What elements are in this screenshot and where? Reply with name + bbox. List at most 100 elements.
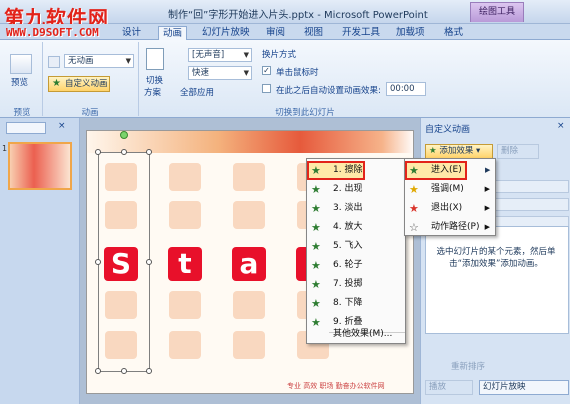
chevron-down-icon: ▼ (243, 51, 249, 59)
menu-item-appear[interactable]: ★ 2. 出现 (307, 180, 405, 199)
chevron-down-icon: ▼ (243, 69, 249, 77)
preview-group-label: 预览 (13, 108, 31, 118)
star-icon: ★ (311, 221, 321, 234)
transition-scheme-icon[interactable] (146, 48, 164, 70)
menu-item-more-effects[interactable]: 其他效果(M)... (307, 325, 405, 344)
separator (138, 42, 139, 116)
tab-addins[interactable]: 加载项 (392, 26, 429, 40)
preview-icon[interactable] (10, 54, 32, 74)
animation-list[interactable] (425, 226, 569, 334)
tile (169, 163, 201, 191)
chevron-right-icon: ▶ (484, 223, 490, 231)
tile (169, 331, 201, 359)
on-click-checkbox[interactable]: ✓ (262, 66, 271, 75)
add-effect-button[interactable]: ★ 添加效果 ▾ (425, 144, 493, 159)
menu-item-entrance[interactable]: ★ 进入(E) (405, 161, 467, 180)
menu-item-throw[interactable]: ★ 7. 投掷 (307, 275, 405, 294)
tab-view[interactable]: 视图 (300, 26, 327, 40)
star-icon: ★ (311, 278, 321, 291)
close-icon[interactable]: × (58, 121, 66, 131)
resize-handle[interactable] (95, 149, 101, 155)
menu-item-zoom[interactable]: ★ 4. 放大 (307, 218, 405, 237)
slides-tab[interactable] (6, 122, 46, 134)
slides-panel: × 1 (0, 118, 80, 404)
separator (42, 42, 43, 116)
window-title: 制作“回”字形开始进入片头.pptx - Microsoft PowerPoin… (168, 10, 428, 21)
menu-item-descend[interactable]: ★ 8. 下降 (307, 294, 405, 313)
slideshow-button[interactable]: 幻灯片放映 (479, 380, 569, 395)
star-icon: ★ (429, 146, 437, 156)
chevron-down-icon: ▼ (125, 57, 131, 65)
letter-tile-t[interactable]: t (168, 247, 202, 281)
rotate-handle[interactable] (120, 131, 128, 139)
star-outline-icon: ☆ (409, 221, 419, 234)
tab-slideshow[interactable]: 幻灯片放映 (198, 26, 254, 40)
star-icon: ★ (311, 259, 321, 272)
resize-handle[interactable] (121, 149, 127, 155)
tile (233, 201, 265, 229)
auto-after-label: 在此之后自动设置动画效果: (276, 86, 381, 96)
chevron-right-icon: ▶ (485, 166, 491, 174)
slide-header-decoration (87, 131, 413, 153)
tile (233, 331, 265, 359)
selection-frame[interactable] (95, 131, 152, 374)
apply-all-button[interactable]: 全部应用 (180, 86, 214, 98)
menu-item-wheel[interactable]: ★ 6. 轮子 (307, 256, 405, 275)
time-input[interactable]: 00:00 (386, 82, 426, 96)
star-icon: ★ (311, 202, 321, 215)
star-icon: ★ (311, 183, 321, 196)
speed-select[interactable]: 快速 ▼ (188, 66, 252, 80)
pane-title: 自定义动画 (425, 125, 471, 135)
resize-handle[interactable] (146, 259, 152, 265)
menu-item-fly-in[interactable]: ★ 5. 飞入 (307, 237, 405, 256)
slide-number: 1 (2, 144, 8, 153)
preview-button[interactable]: 预览 (11, 76, 28, 88)
play-button[interactable]: 播放 (425, 380, 473, 395)
pane-hint-text: 选中幻灯片的某个元素，然后单击“添加效果”添加动画。 (436, 247, 556, 269)
custom-animation-button[interactable]: ★ 自定义动画 (48, 76, 110, 92)
advance-mode-title: 换片方式 (262, 50, 297, 60)
close-icon[interactable]: × (557, 121, 565, 131)
sound-select[interactable]: [无声音] ▼ (188, 48, 252, 62)
remove-button[interactable]: 删除 (497, 144, 539, 159)
resize-handle[interactable] (146, 368, 152, 374)
reorder-button[interactable]: 重新排序 (451, 360, 485, 372)
star-icon: ★ (311, 240, 321, 253)
tab-developer[interactable]: 开发工具 (338, 26, 384, 40)
switch-label[interactable]: 切换 (146, 74, 163, 86)
slide-thumbnail[interactable] (8, 142, 72, 190)
star-icon: ★ (311, 297, 321, 310)
effect-category-menu: ★ 进入(E) ▶ ★ 强调(M) ▶ ★ 退出(X) ▶ ☆ 动作路径(P) … (404, 158, 496, 236)
animation-group-label: 动画 (81, 108, 99, 118)
resize-handle[interactable] (146, 149, 152, 155)
on-click-label: 单击鼠标时 (276, 68, 319, 78)
menu-item-motion-path[interactable]: ☆ 动作路径(P) ▶ (405, 218, 495, 237)
menu-item-wipe[interactable]: ★ 1. 擦除 (307, 161, 365, 180)
resize-handle[interactable] (95, 368, 101, 374)
star-icon: ★ (409, 183, 419, 196)
slide-thumbnail-image (10, 144, 70, 188)
tile (233, 291, 265, 319)
menu-item-exit[interactable]: ★ 退出(X) ▶ (405, 199, 495, 218)
chevron-right-icon: ▶ (484, 204, 490, 212)
letter-tile-a[interactable]: a (232, 247, 266, 281)
auto-after-checkbox[interactable] (262, 84, 271, 93)
star-icon: ★ (409, 202, 419, 215)
drawing-tools-context-tab[interactable]: 绘图工具 (470, 2, 524, 22)
tile (169, 201, 201, 229)
ribbon: WWW.D9SOFT.COM 预览 预览 无动画 ▼ ★ 自定义动画 动画 切换 … (0, 26, 570, 118)
animation-icon (48, 56, 60, 68)
chevron-right-icon: ▶ (484, 185, 490, 193)
menu-item-emphasis[interactable]: ★ 强调(M) ▶ (405, 180, 495, 199)
tab-animation[interactable]: 动画 (158, 26, 188, 41)
tab-design[interactable]: 设计 (118, 26, 145, 40)
star-icon: ★ (311, 164, 321, 177)
scheme-label[interactable]: 方案 (144, 86, 161, 98)
menu-item-fade[interactable]: ★ 3. 淡出 (307, 199, 405, 218)
animation-select[interactable]: 无动画 ▼ (64, 54, 134, 68)
tab-review[interactable]: 审阅 (262, 26, 289, 40)
watermark-url: WWW.D9SOFT.COM (6, 26, 99, 39)
tab-format[interactable]: 格式 (440, 26, 467, 40)
resize-handle[interactable] (121, 368, 127, 374)
resize-handle[interactable] (95, 259, 101, 265)
